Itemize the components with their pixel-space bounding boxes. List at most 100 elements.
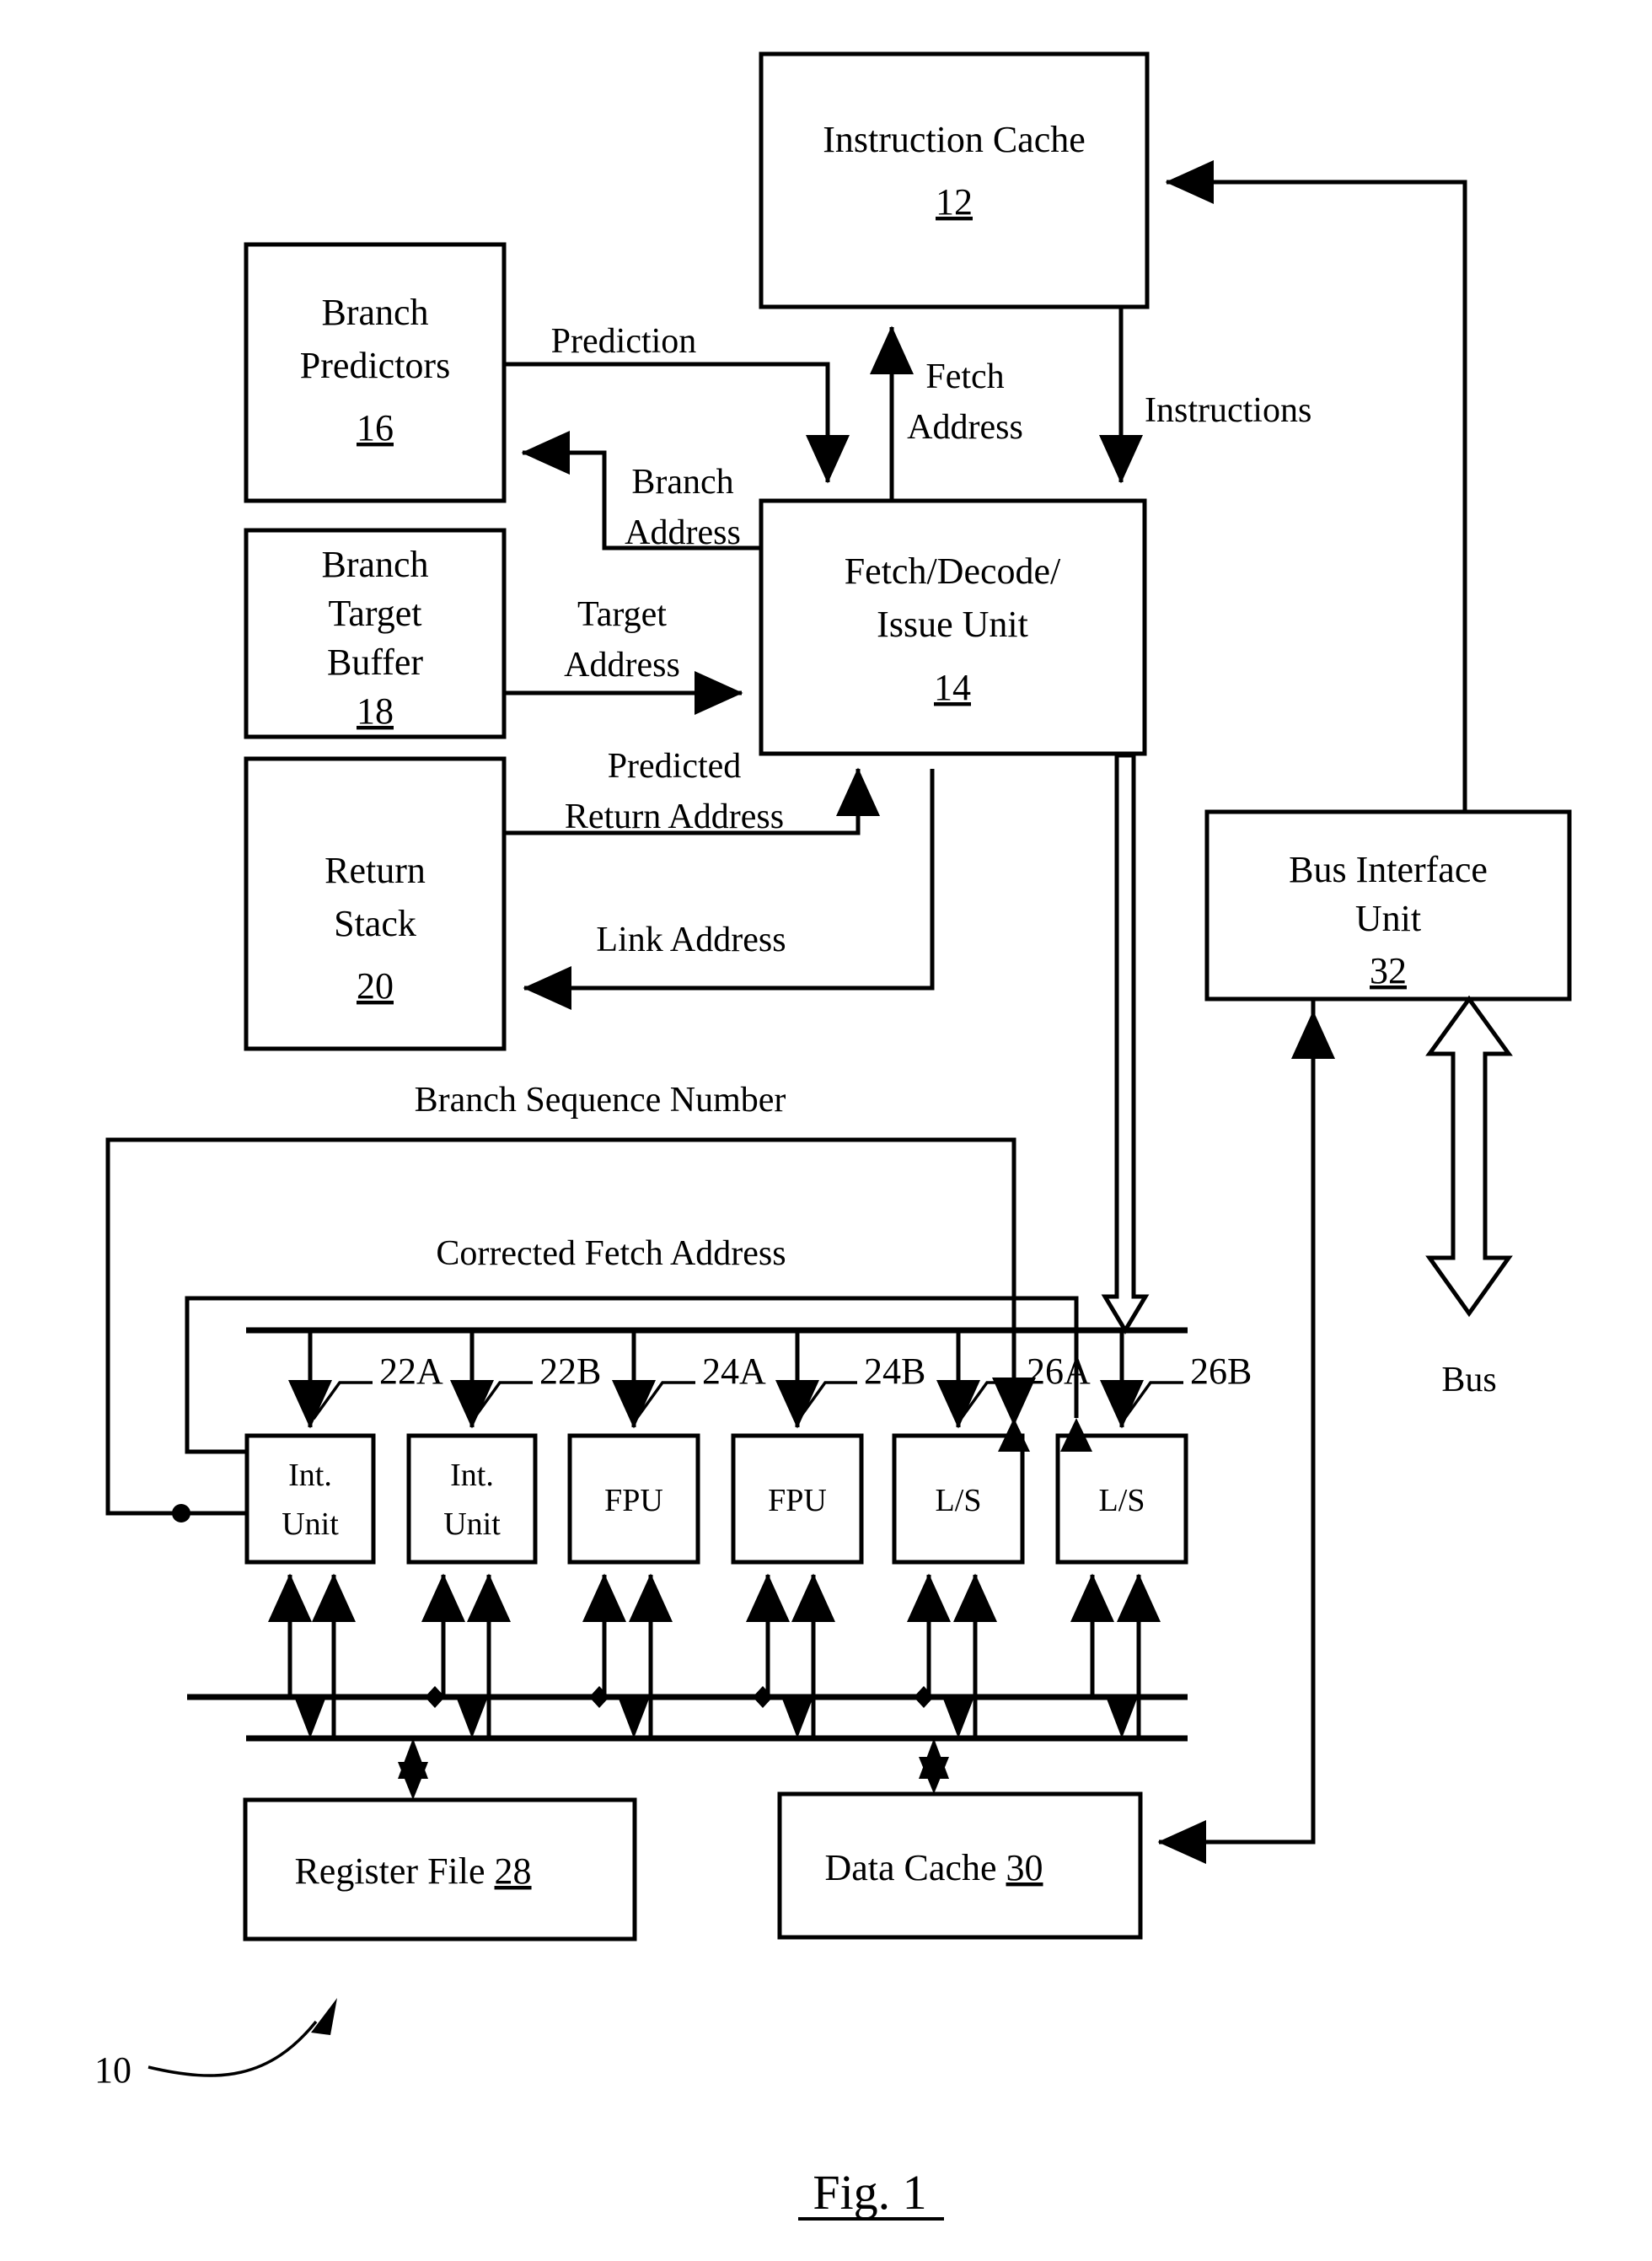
int-unit-b-label-line2: Unit	[443, 1506, 501, 1542]
branch-sequence-number-arrow-into-fdu	[998, 1418, 1030, 1452]
fetch-address-label-line1: Fetch	[925, 357, 1004, 396]
target-address-label-line2: Address	[564, 646, 680, 685]
return-stack-label-line2: Stack	[334, 903, 416, 944]
int-unit-a-label-line1: Int.	[288, 1458, 332, 1493]
int-unit-b-box	[406, 1433, 538, 1565]
leader-22b	[472, 1381, 533, 1421]
figure-caption: Fig. 1	[798, 2165, 944, 2221]
target-address-label-line1: Target	[577, 595, 667, 634]
signal-prediction: Prediction	[504, 322, 850, 484]
exec-unit-fpu-a[interactable]: FPU	[567, 1433, 700, 1565]
result-arrow-26b	[1105, 1694, 1139, 1738]
branch-target-buffer-ref: 18	[357, 690, 394, 732]
ls-a-label: L/S	[936, 1483, 982, 1518]
data-cache-ref: 30	[1006, 1847, 1043, 1888]
branch-target-buffer-label-line2: Target	[329, 593, 422, 634]
result-arrow-24a	[617, 1694, 651, 1738]
block-data-cache[interactable]: Data Cache 30	[777, 1791, 1143, 1940]
biu-to-datacache-wire	[1157, 999, 1316, 1864]
branch-predictors-ref: 16	[357, 407, 394, 448]
instruction-cache-label: Instruction Cache	[823, 119, 1086, 160]
ls-to-biu-link	[1291, 1010, 1336, 1416]
int-unit-a-label-line2: Unit	[282, 1506, 339, 1542]
leader-26b	[1123, 1381, 1183, 1421]
block-branch-target-buffer[interactable]: Branch Target Buffer 18	[244, 528, 507, 739]
block-instruction-cache[interactable]: Instruction Cache 12	[759, 51, 1150, 309]
instructions-label: Instructions	[1145, 391, 1311, 430]
return-stack-ref: 20	[357, 965, 394, 1007]
register-file-label-text: Register File	[294, 1850, 485, 1892]
ref-22a: 22A	[379, 1351, 443, 1392]
signal-instructions: Instructions	[1098, 309, 1311, 484]
ls-b-label: L/S	[1099, 1483, 1145, 1518]
fetch-decode-issue-unit-ref: 14	[934, 667, 971, 708]
ref-22b: 22B	[539, 1351, 601, 1392]
exec-unit-int-unit-b[interactable]: Int. Unit	[406, 1433, 538, 1565]
leader-24a	[635, 1381, 695, 1421]
corrected-fetch-address-label: Corrected Fetch Address	[436, 1234, 786, 1273]
regfile-arrow-down	[398, 1762, 428, 1800]
result-arrow-22a	[293, 1694, 327, 1738]
link-address-label: Link Address	[596, 921, 786, 959]
block-fetch-decode-issue-unit[interactable]: Fetch/Decode/ Issue Unit 14	[759, 498, 1147, 756]
branch-target-buffer-label-line1: Branch	[321, 544, 428, 585]
exec-unit-ls-a[interactable]: L/S	[892, 1433, 1025, 1565]
figure-reference-10: 10	[94, 1998, 337, 2091]
int-unit-a-box	[244, 1433, 376, 1565]
branch-sequence-number-label: Branch Sequence Number	[415, 1081, 786, 1120]
predicted-return-address-label-line1: Predicted	[608, 747, 742, 786]
bus-interface-unit-label-line2: Unit	[1355, 898, 1421, 939]
result-arrow-22b	[455, 1694, 489, 1738]
execution-unit-row: Int. Unit Int. Unit FPU FPU L/S L/S	[244, 1433, 1188, 1565]
fdu-to-issue-bus-hollow-arrow	[1101, 753, 1150, 1335]
fpu-b-label: FPU	[768, 1483, 827, 1518]
fdu-issue-hollow-arrow	[1101, 753, 1150, 1335]
operand-result-buses	[187, 1573, 1188, 1742]
result-arrow-26a	[941, 1694, 975, 1738]
icache-from-biu-wire	[1165, 159, 1467, 812]
instruction-cache-box	[759, 51, 1150, 309]
system-ref-arrowhead	[311, 1998, 337, 2035]
leader-24b	[797, 1381, 857, 1421]
data-cache-label-text: Data Cache	[825, 1847, 997, 1888]
block-branch-predictors[interactable]: Branch Predictors 16	[244, 242, 507, 503]
ref-26b: 26B	[1190, 1351, 1252, 1392]
ref-24a: 24A	[702, 1351, 766, 1392]
block-bus-interface-unit[interactable]: Bus Interface Unit 32	[1204, 809, 1572, 1002]
bus-double-arrow	[1425, 995, 1513, 1318]
external-bus-arrow[interactable]: Bus	[1425, 995, 1513, 1399]
fetch-address-label-line2: Address	[907, 408, 1023, 447]
block-return-stack[interactable]: Return Stack 20	[244, 756, 507, 1051]
ref-24b: 24B	[864, 1351, 925, 1392]
datacache-bus-link	[919, 1738, 949, 1794]
system-ref-label: 10	[94, 2049, 131, 2091]
execution-unit-ref-labels: 22A 22B 24A 24B 26A 26B	[312, 1351, 1252, 1421]
patent-figure-1: Instruction Cache 12 Branch Predictors 1…	[94, 51, 1572, 2221]
instruction-cache-ref: 12	[936, 181, 973, 223]
prediction-label: Prediction	[551, 322, 697, 361]
fetch-decode-issue-unit-label-line2: Issue Unit	[877, 604, 1028, 645]
predicted-return-address-label-line2: Return Address	[565, 798, 784, 836]
int-unit-b-label-line1: Int.	[450, 1458, 494, 1493]
exec-unit-int-unit-a[interactable]: Int. Unit	[244, 1433, 376, 1565]
signal-target-address: Target Address	[504, 595, 743, 716]
figure-caption-label: Fig. 1	[813, 2165, 926, 2220]
signal-branch-sequence-number: Branch Sequence Number	[105, 1081, 1036, 1523]
signal-fetch-address: Fetch Address	[870, 325, 1023, 499]
ref-26a: 26A	[1027, 1351, 1091, 1392]
leader-26a	[959, 1381, 1020, 1421]
branch-target-buffer-label-line3: Buffer	[327, 642, 423, 683]
block-register-file[interactable]: Register File 28	[243, 1797, 637, 1941]
branch-predictors-label-line2: Predictors	[300, 345, 450, 386]
register-file-label: Register File 28	[294, 1850, 531, 1892]
bus-interface-unit-ref: 32	[1370, 950, 1407, 991]
bus-interface-unit-label-line1: Bus Interface	[1289, 849, 1488, 890]
exec-unit-ls-b[interactable]: L/S	[1055, 1433, 1188, 1565]
register-file-ref: 28	[495, 1850, 532, 1892]
leader-22a	[312, 1381, 373, 1421]
exec-unit-fpu-b[interactable]: FPU	[731, 1433, 864, 1565]
signal-predicted-return-address: Predicted Return Address	[504, 747, 881, 836]
signal-branch-address: Branch Address	[521, 430, 761, 552]
branch-sequence-number-wire	[105, 1137, 1016, 1516]
fetch-decode-issue-unit-label-line1: Fetch/Decode/	[845, 550, 1061, 592]
